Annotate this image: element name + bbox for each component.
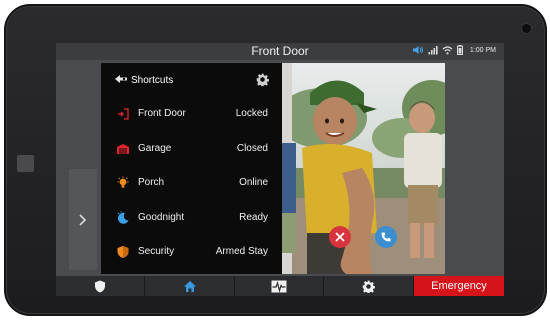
shortcut-state: Locked <box>235 108 268 119</box>
shield-icon <box>117 246 129 258</box>
status-bar: Front Door 1:00 PM <box>56 43 504 60</box>
signal-icon <box>428 46 438 55</box>
shortcut-label: Goodnight <box>138 211 185 223</box>
shield-icon <box>95 280 105 292</box>
shortcut-front-door[interactable]: Front Door Locked <box>101 97 282 132</box>
shortcuts-icon <box>115 75 127 83</box>
shortcut-state: Armed Stay <box>215 246 268 257</box>
wifi-icon <box>442 46 453 55</box>
shortcuts-title: Shortcuts <box>131 75 174 86</box>
home-icon <box>183 280 196 292</box>
nav-activity[interactable] <box>235 276 324 296</box>
shortcut-state: Ready <box>239 211 268 223</box>
chevron-left-icon <box>79 213 87 226</box>
camera-image <box>282 63 445 274</box>
answer-call-button[interactable] <box>375 226 397 248</box>
phone-icon <box>381 232 391 242</box>
bottom-nav: Emergency <box>56 276 504 296</box>
speaker-icon <box>412 46 423 54</box>
shortcut-list: Front Door Locked Garage Closed Porch On… <box>101 97 282 270</box>
door-lock-icon <box>118 108 129 120</box>
camera-lens <box>521 23 532 34</box>
shortcuts-panel: Shortcuts Front Door Locked Garage Close… <box>101 63 282 274</box>
shortcut-porch[interactable]: Porch Online <box>101 166 282 201</box>
previous-page-arrow[interactable] <box>69 169 97 270</box>
shortcut-state: Closed <box>236 142 268 154</box>
nav-settings[interactable] <box>324 276 414 296</box>
shortcut-label: Porch <box>138 177 165 188</box>
shortcut-state: Online <box>239 177 268 188</box>
tablet-device: Front Door 1:00 PM Shortcuts Front Door … <box>4 4 547 316</box>
battery-icon <box>456 45 463 55</box>
shortcuts-header: Shortcuts <box>101 63 282 95</box>
shortcut-goodnight[interactable]: Goodnight Ready <box>101 201 282 236</box>
decline-call-button[interactable] <box>329 226 351 248</box>
shortcut-label: Front Door <box>138 108 186 119</box>
emergency-button[interactable]: Emergency <box>414 276 504 296</box>
close-icon <box>335 232 345 242</box>
activity-icon <box>271 280 287 293</box>
hardware-home-button[interactable] <box>17 155 34 172</box>
light-bulb-icon <box>117 176 129 188</box>
shortcut-security[interactable]: Security Armed Stay <box>101 235 282 270</box>
moon-icon <box>117 210 129 224</box>
garage-icon <box>117 143 129 154</box>
nav-security[interactable] <box>56 276 145 296</box>
gear-icon <box>362 280 375 293</box>
doorbell-video-feed <box>282 63 445 274</box>
shortcut-label: Garage <box>138 142 172 154</box>
status-icons: 1:00 PM <box>412 45 496 55</box>
nav-home[interactable] <box>145 276 235 296</box>
clock-time: 1:00 PM <box>469 46 496 54</box>
gear-icon[interactable] <box>256 73 269 86</box>
touch-screen: Front Door 1:00 PM Shortcuts Front Door … <box>56 43 504 296</box>
shortcut-label: Security <box>138 246 175 257</box>
shortcut-garage[interactable]: Garage Closed <box>101 132 282 167</box>
